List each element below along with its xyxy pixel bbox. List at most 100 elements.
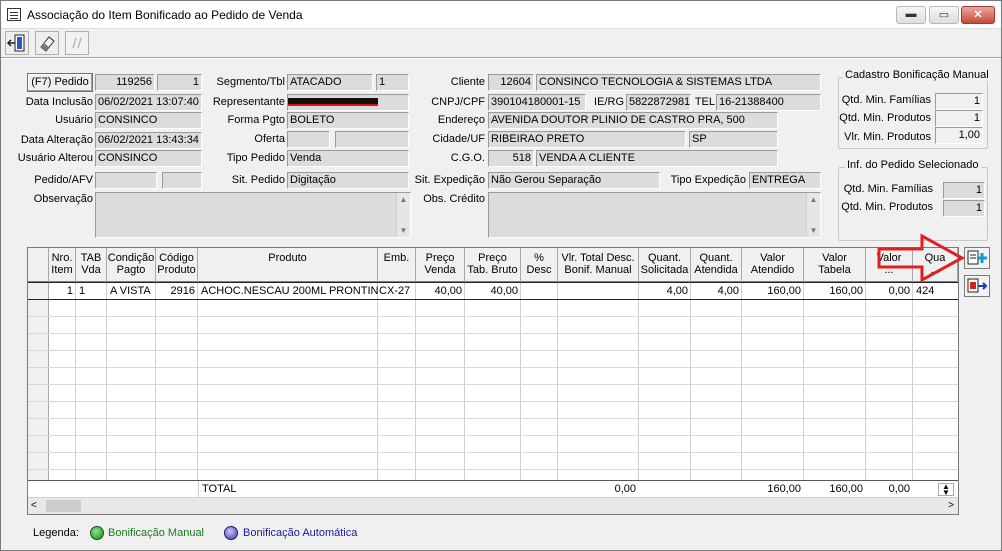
pedido-numero-field[interactable]: 119256 [95,74,155,91]
scroll-left-icon[interactable]: < [31,500,37,511]
data-inclusao-field[interactable]: 06/02/2021 13:07:40 [95,94,202,111]
totals-label: TOTAL [198,481,378,497]
tipo-expedicao-field[interactable]: ENTREGA [749,172,821,189]
items-grid[interactable]: Nro. Item TAB Vda Condição Pagto Código Prod… [27,247,959,515]
totals-spin-icon[interactable]: ▲ ▼ [938,483,954,497]
obs-credito-scrollbar[interactable]: ▲ ▼ [806,193,820,237]
sit-pedido-field[interactable]: Digitação [287,172,409,189]
uf-field[interactable]: SP [689,131,778,148]
col-header-desc[interactable]: % Desc [521,248,558,282]
exit-button[interactable] [5,31,29,55]
scroll-thumb[interactable] [46,500,81,512]
observacao-scrollbar[interactable]: ▲ ▼ [396,193,410,237]
observacao-textarea[interactable]: ▲ ▼ [95,192,411,238]
cell-preco-tab: 40,00 [490,285,518,297]
obs-credito-textarea[interactable]: ▲ ▼ [488,192,821,238]
totals-vlr-atendido: 160,00 [767,483,801,495]
cad-qtd-min-familias-label: Qtd. Min. Famílias [841,94,931,106]
app-form-icon [7,8,21,21]
scroll-right-icon[interactable]: > [948,500,954,511]
cell-produto: ACHOC.NESCAU 200ML PRONTINH [201,285,378,297]
legend-automatica: Bonificação Automática [243,527,358,539]
segmento-tbl-field[interactable]: 1 [376,74,409,91]
add-bonificacao-button[interactable] [964,247,990,269]
cgo-desc-field[interactable]: VENDA A CLIENTE [536,150,778,167]
usuario-field[interactable]: CONSINCO [95,112,202,129]
minimize-button[interactable]: ▬ [896,6,926,24]
pedido-f7-button[interactable]: (F7) Pedido [27,73,93,92]
pedido-seq-field[interactable]: 1 [157,74,202,91]
inf-qtd-min-produtos-field[interactable]: 1 [943,200,985,217]
usuario-label: Usuário [55,114,93,126]
cliente-nome-field[interactable]: CONSINCO TECNOLOGIA & SISTEMAS LTDA [536,74,821,91]
cnpj-field[interactable]: 390104180001-15 [488,94,586,111]
grid-horizontal-scrollbar[interactable]: < > [28,497,958,514]
col-header-qt-solicitada[interactable]: Quant. Solicitada [639,248,691,282]
maximize-button[interactable]: ▭ [929,6,959,24]
clear-button[interactable] [35,31,59,55]
representante-field[interactable] [287,94,409,111]
cad-qtd-min-produtos-field[interactable]: 1 [935,110,983,127]
cliente-codigo-field[interactable]: 12604 [488,74,534,91]
col-header-vlr-desc[interactable]: Vlr. Total Desc. Bonif. Manual [558,248,639,282]
segmento-field[interactable]: ATACADO [287,74,373,91]
col-header-emb[interactable]: Emb. [378,248,416,282]
pedido-afv-field-1[interactable] [95,172,157,189]
remove-bonificacao-button[interactable] [964,275,990,297]
oferta-field-2[interactable] [335,131,409,148]
cadastro-bonificacao-title: Cadastro Bonificação Manual [843,69,991,81]
col-header-vlr-tabela[interactable]: Valor Tabela [804,248,866,282]
close-button[interactable]: ✕ [961,6,995,24]
col-header-vlr-atendido[interactable]: Valor Atendido [742,248,804,282]
disabled-tool-button[interactable] [65,31,89,55]
col-header-nro-item[interactable]: Nro. Item [49,248,76,282]
scroll-down-icon[interactable]: ▼ [397,224,410,237]
col-header-produto[interactable]: Produto [198,248,378,282]
pedido-afv-label: Pedido/AFV [34,174,93,186]
col-header-tab-vda[interactable]: TAB Vda [76,248,107,282]
cad-vlr-min-produtos-field[interactable]: 1,00 [935,127,983,144]
table-row[interactable]: 1 1 A VISTA 2916 ACHOC.NESCAU 200ML PRON… [28,282,958,299]
cgo-codigo-field[interactable]: 518 [488,150,534,167]
cnpj-label: CNPJ/CPF [431,96,485,108]
col-header-preco-venda[interactable]: Preço Venda [416,248,465,282]
cidade-field[interactable]: RIBEIRAO PRETO [488,131,686,148]
grid-totals-row: TOTAL 0,00 160,00 160,00 0,00 ▲ ▼ [28,480,958,498]
scroll-up-icon[interactable]: ▲ [807,193,820,206]
oferta-field-1[interactable] [287,131,330,148]
sit-expedicao-label: Sit. Expedição [414,174,485,186]
eraser-icon [40,36,55,52]
cell-qt-atendida: 4,00 [717,285,739,297]
cad-vlr-min-produtos-label: Vlr. Min. Produtos [844,131,931,143]
data-alteracao-field[interactable]: 06/02/2021 13:43:34 [95,132,202,149]
tel-label: TEL [694,96,715,108]
ie-field[interactable]: 5822872981 [626,94,691,111]
totals-vlr-x: 0,00 [888,483,910,495]
tipo-pedido-field[interactable]: Venda [287,150,409,167]
usuario-alterou-field[interactable]: CONSINCO [95,150,202,167]
cell-vlr-tabela: 160,00 [829,285,863,297]
cad-qtd-min-familias-field[interactable]: 1 [935,93,983,110]
forma-pgto-field[interactable]: BOLETO [287,112,409,129]
cliente-label: Cliente [450,76,485,88]
automatic-bonus-icon [224,526,238,540]
segmento-label: Segmento/Tbl [216,76,285,88]
totals-vlr-tabela: 160,00 [829,483,863,495]
cell-preco-venda: 40,00 [434,285,462,297]
inf-qtd-min-familias-field[interactable]: 1 [943,182,985,199]
col-header-qt-atendida[interactable]: Quant. Atendida [691,248,742,282]
legend-manual: Bonificação Manual [108,527,205,539]
sit-expedicao-field[interactable]: Não Gerou Separação [488,172,660,189]
maximize-icon: ▭ [938,9,950,21]
pedido-afv-field-2[interactable] [162,172,202,189]
col-header-condicao[interactable]: Condição Pagto [107,248,156,282]
endereco-field[interactable]: AVENIDA DOUTOR PLINIO DE CASTRO PRA, 500 [488,112,778,129]
tel-field[interactable]: 16-21388400 [716,94,821,111]
grid-header: Nro. Item TAB Vda Condição Pagto Código Prod… [28,248,958,282]
scroll-down-icon[interactable]: ▼ [807,224,820,237]
col-header-codigo[interactable]: Código Produto [156,248,198,282]
scroll-up-icon[interactable]: ▲ [397,193,410,206]
col-header-preco-tab[interactable]: Preço Tab. Bruto [465,248,521,282]
sit-pedido-label: Sit. Pedido [231,174,285,186]
cell-nro-item: 1 [66,285,73,297]
